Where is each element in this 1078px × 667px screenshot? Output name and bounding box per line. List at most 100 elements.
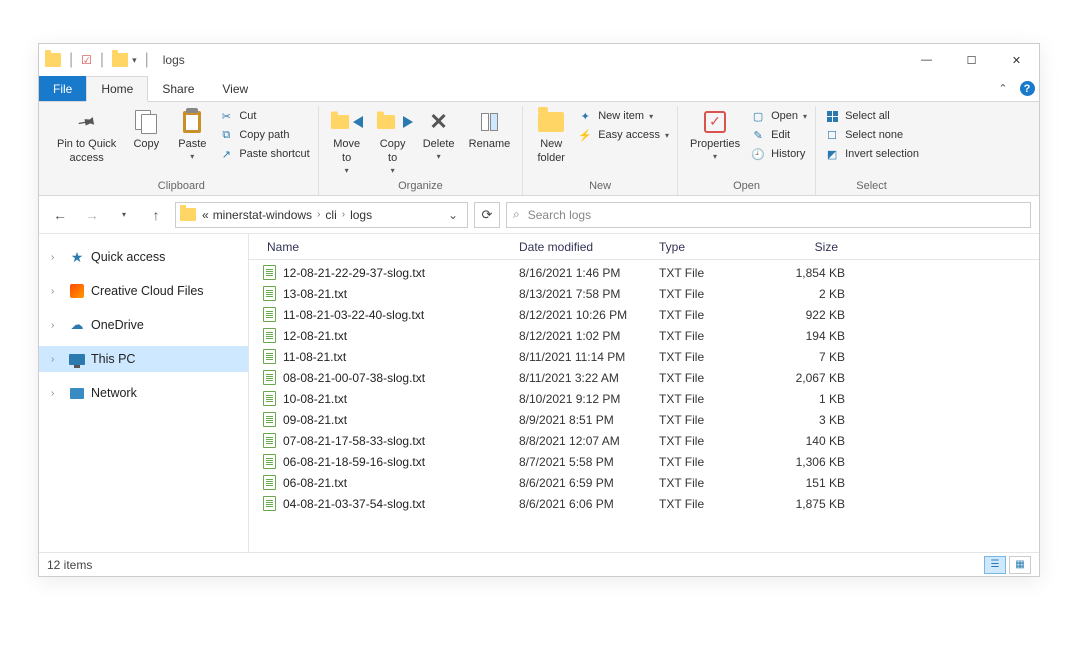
- properties-button[interactable]: ✓ Properties▾: [686, 106, 744, 164]
- easy-access-button[interactable]: ⚡Easy access ▾: [577, 127, 669, 143]
- tab-view[interactable]: View: [208, 76, 262, 101]
- x-icon: ✕: [429, 108, 447, 136]
- col-size[interactable]: Size: [773, 240, 845, 254]
- file-row[interactable]: 07-08-21-17-58-33-slog.txt8/8/2021 12:07…: [249, 430, 1039, 451]
- chevron-right-icon[interactable]: ›: [314, 209, 323, 220]
- details-view-button[interactable]: ☰: [984, 556, 1006, 574]
- up-button[interactable]: ↑: [143, 202, 169, 228]
- file-row[interactable]: 04-08-21-03-37-54-slog.txt8/6/2021 6:06 …: [249, 493, 1039, 514]
- expand-icon[interactable]: ›: [51, 252, 63, 263]
- file-row[interactable]: 10-08-21.txt8/10/2021 9:12 PMTXT File1 K…: [249, 388, 1039, 409]
- close-button[interactable]: ✕: [994, 45, 1039, 75]
- recent-locations-button[interactable]: ▾: [111, 202, 137, 228]
- cut-button[interactable]: ✂Cut: [218, 108, 309, 124]
- copy-path-button[interactable]: ⧉Copy path: [218, 127, 309, 143]
- help-button[interactable]: ?: [1015, 76, 1039, 101]
- scissors-icon: ✂: [218, 108, 234, 124]
- paste-button[interactable]: Paste ▾: [172, 106, 212, 164]
- select-all-button[interactable]: Select all: [824, 108, 919, 124]
- file-list[interactable]: 12-08-21-22-29-37-slog.txt8/16/2021 1:46…: [249, 260, 1039, 552]
- icons-view-button[interactable]: ▦: [1009, 556, 1031, 574]
- breadcrumb[interactable]: minerstat-windows: [211, 208, 314, 222]
- new-item-button[interactable]: ✦New item ▾: [577, 108, 669, 124]
- address-dropdown-icon[interactable]: ⌄: [443, 208, 463, 222]
- invert-selection-button[interactable]: ◩Invert selection: [824, 146, 919, 162]
- file-type: TXT File: [653, 434, 773, 448]
- edit-button[interactable]: ✎Edit: [750, 127, 807, 143]
- move-to-button[interactable]: Move to▾: [327, 106, 367, 178]
- txt-file-icon: [261, 496, 277, 512]
- copy-to-button[interactable]: Copy to▾: [373, 106, 413, 178]
- tab-home[interactable]: Home: [86, 76, 148, 102]
- file-name: 04-08-21-03-37-54-slog.txt: [283, 497, 513, 511]
- txt-file-icon: [261, 328, 277, 344]
- star-icon: ★: [69, 249, 85, 265]
- rename-icon: [481, 113, 498, 131]
- pin-to-quick-access-button[interactable]: Pin to Quick access: [53, 106, 120, 168]
- rename-button[interactable]: Rename: [465, 106, 515, 154]
- nav-pane: ›★Quick access ›Creative Cloud Files ›☁O…: [39, 234, 249, 552]
- file-row[interactable]: 13-08-21.txt8/13/2021 7:58 PMTXT File2 K…: [249, 283, 1039, 304]
- tab-share[interactable]: Share: [148, 76, 208, 101]
- col-type[interactable]: Type: [653, 240, 773, 254]
- col-name[interactable]: Name: [261, 240, 513, 254]
- search-placeholder: Search logs: [528, 208, 591, 222]
- sidebar-item-network[interactable]: ›Network: [39, 380, 248, 406]
- history-button[interactable]: 🕘History: [750, 146, 807, 162]
- pc-icon: [69, 351, 85, 367]
- expand-icon[interactable]: ›: [51, 354, 63, 365]
- file-name: 09-08-21.txt: [283, 413, 513, 427]
- file-size: 1 KB: [773, 392, 845, 406]
- file-size: 1,854 KB: [773, 266, 845, 280]
- breadcrumb[interactable]: logs: [348, 208, 374, 222]
- tab-file[interactable]: File: [39, 76, 86, 101]
- file-row[interactable]: 08-08-21-00-07-38-slog.txt8/11/2021 3:22…: [249, 367, 1039, 388]
- easy-access-icon: ⚡: [577, 127, 593, 143]
- breadcrumb[interactable]: cli: [323, 208, 338, 222]
- expand-icon[interactable]: ›: [51, 388, 63, 399]
- copy-button[interactable]: Copy: [126, 106, 166, 154]
- col-date[interactable]: Date modified: [513, 240, 653, 254]
- file-row[interactable]: 12-08-21.txt8/12/2021 1:02 PMTXT File194…: [249, 325, 1039, 346]
- file-row[interactable]: 06-08-21-18-59-16-slog.txt8/7/2021 5:58 …: [249, 451, 1039, 472]
- file-row[interactable]: 11-08-21-03-22-40-slog.txt8/12/2021 10:2…: [249, 304, 1039, 325]
- breadcrumb-prefix: «: [200, 208, 211, 222]
- minimize-button[interactable]: —: [904, 45, 949, 75]
- sidebar-item-this-pc[interactable]: ›This PC: [39, 346, 248, 372]
- open-button[interactable]: ▢Open ▾: [750, 108, 807, 124]
- file-row[interactable]: 12-08-21-22-29-37-slog.txt8/16/2021 1:46…: [249, 262, 1039, 283]
- folder-icon[interactable]: [112, 53, 128, 67]
- expand-icon[interactable]: ›: [51, 286, 63, 297]
- file-row[interactable]: 06-08-21.txt8/6/2021 6:59 PMTXT File151 …: [249, 472, 1039, 493]
- chevron-right-icon[interactable]: ›: [339, 209, 348, 220]
- chevron-down-icon: ▾: [190, 152, 194, 162]
- file-row[interactable]: 09-08-21.txt8/9/2021 8:51 PMTXT File3 KB: [249, 409, 1039, 430]
- forward-button[interactable]: →: [79, 202, 105, 228]
- select-none-button[interactable]: ☐Select none: [824, 127, 919, 143]
- address-bar[interactable]: « minerstat-windows › cli › logs ⌄: [175, 202, 468, 228]
- new-folder-button[interactable]: New folder: [531, 106, 571, 168]
- group-label: Clipboard: [53, 180, 310, 195]
- collapse-ribbon-icon[interactable]: ⌃: [991, 76, 1015, 101]
- column-headers: Name Date modified Type Size: [249, 234, 1039, 260]
- file-date: 8/12/2021 10:26 PM: [513, 308, 653, 322]
- paste-shortcut-button[interactable]: ↗Paste shortcut: [218, 146, 309, 162]
- refresh-button[interactable]: ⟳: [474, 202, 500, 228]
- arrow-right-icon: [403, 116, 413, 128]
- qat-dropdown-icon[interactable]: ▾: [132, 55, 137, 66]
- maximize-button[interactable]: ☐: [949, 45, 994, 75]
- file-type: TXT File: [653, 392, 773, 406]
- window-title: logs: [163, 53, 185, 67]
- properties-qat-icon[interactable]: ☑: [81, 53, 92, 67]
- sidebar-item-onedrive[interactable]: ›☁OneDrive: [39, 312, 248, 338]
- edit-icon: ✎: [750, 127, 766, 143]
- file-row[interactable]: 11-08-21.txt8/11/2021 11:14 PMTXT File7 …: [249, 346, 1039, 367]
- search-input[interactable]: ⌕ Search logs: [506, 202, 1031, 228]
- expand-icon[interactable]: ›: [51, 320, 63, 331]
- txt-file-icon: [261, 307, 277, 323]
- sidebar-item-creative-cloud[interactable]: ›Creative Cloud Files: [39, 278, 248, 304]
- delete-button[interactable]: ✕ Delete▾: [419, 106, 459, 164]
- sidebar-item-quick-access[interactable]: ›★Quick access: [39, 244, 248, 270]
- network-icon: [69, 385, 85, 401]
- back-button[interactable]: ←: [47, 202, 73, 228]
